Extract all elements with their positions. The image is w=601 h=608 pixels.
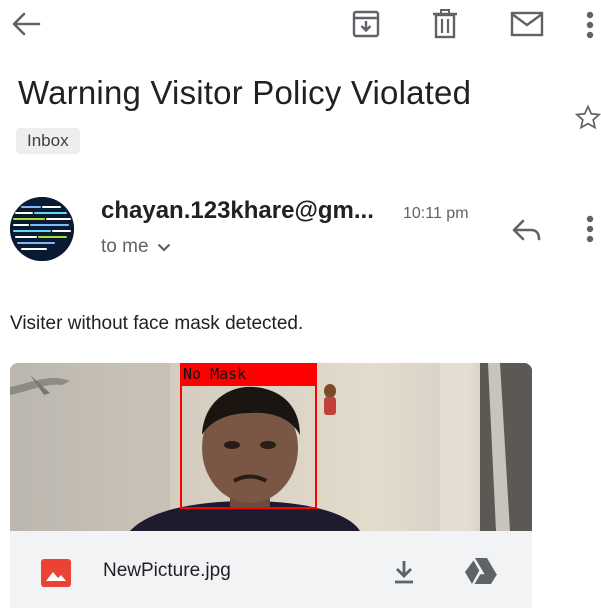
chevron-down-icon [157, 243, 170, 252]
image-file-icon [41, 559, 71, 587]
attachment-preview-image: No Mask [10, 363, 532, 531]
attachment-filename: NewPicture.jpg [103, 560, 231, 581]
email-body: Visiter without face mask detected. [10, 313, 304, 334]
message-more-button[interactable] [580, 212, 600, 246]
drive-icon [465, 558, 497, 584]
code-avatar-image [10, 197, 74, 261]
delete-button[interactable] [425, 6, 465, 42]
more-vert-icon [586, 11, 594, 39]
sender-address[interactable]: chayan.123khare@gm... [101, 197, 374, 225]
face-detection-box [180, 384, 317, 509]
more-options-button[interactable] [580, 8, 600, 42]
attachment-card[interactable]: No Mask NewPicture.jpg [10, 363, 532, 608]
reply-button[interactable] [508, 214, 546, 246]
email-subject: Warning Visitor Policy Violated [18, 74, 472, 111]
trash-icon [433, 9, 457, 39]
label-chip-inbox[interactable]: Inbox [16, 128, 80, 154]
archive-button[interactable] [346, 6, 386, 42]
reply-icon [512, 219, 541, 241]
mark-unread-button[interactable] [505, 6, 549, 42]
recipient-label: to me [101, 236, 149, 257]
attachment-info-bar: NewPicture.jpg [10, 531, 532, 608]
star-button[interactable] [575, 102, 601, 132]
email-time: 10:11 pm [403, 205, 469, 222]
recipient-details-toggle[interactable]: to me [101, 236, 171, 258]
arrow-left-icon [12, 12, 41, 36]
detection-label: No Mask [180, 363, 317, 384]
save-to-drive-button[interactable] [461, 553, 501, 589]
mail-icon [510, 11, 544, 37]
avatar[interactable] [10, 197, 74, 261]
archive-icon [352, 10, 380, 38]
star-icon [575, 104, 601, 130]
download-button[interactable] [387, 555, 421, 589]
more-vert-icon [586, 215, 594, 243]
back-button[interactable] [6, 8, 46, 40]
download-icon [395, 561, 413, 584]
